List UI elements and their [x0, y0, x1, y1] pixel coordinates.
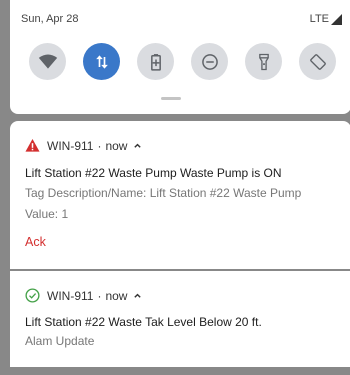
notification-header: WIN-911 · now	[25, 288, 142, 303]
mobile-data-tile[interactable]	[83, 43, 120, 80]
ack-button[interactable]: Ack	[25, 235, 46, 249]
flashlight-tile[interactable]	[245, 43, 282, 80]
notification-line: Alam Update	[25, 334, 95, 348]
quick-settings-panel: Sun, Apr 28 LTE	[10, 0, 350, 114]
notification-header: WIN-911 · now	[25, 138, 142, 153]
wifi-tile[interactable]	[29, 43, 66, 80]
chevron-up-icon[interactable]	[133, 291, 142, 300]
wifi-icon	[38, 54, 57, 69]
auto-rotate-tile[interactable]	[299, 43, 336, 80]
network-indicator: LTE	[310, 13, 342, 25]
drag-handle[interactable]	[161, 97, 181, 100]
check-circle-icon	[25, 288, 40, 303]
warning-icon	[25, 138, 40, 152]
network-type: LTE	[309, 13, 329, 25]
app-name: WIN-911	[47, 288, 94, 303]
flashlight-icon	[258, 53, 269, 70]
mobile-data-icon	[95, 54, 108, 69]
notification-time: now	[105, 288, 128, 303]
signal-strength-icon	[331, 13, 342, 25]
notification-title: Lift Station #22 Waste Pump Waste Pump i…	[25, 166, 282, 180]
notification-title: Lift Station #22 Waste Tak Level Below 2…	[25, 315, 262, 329]
chevron-up-icon[interactable]	[133, 141, 142, 150]
notification-line: Tag Description/Name: Lift Station #22 W…	[25, 186, 302, 200]
status-bar: Sun, Apr 28 LTE	[10, 0, 350, 36]
quick-settings-tiles	[29, 43, 336, 80]
auto-rotate-icon	[309, 53, 326, 70]
notification-pump-on[interactable]: WIN-911 · now Lift Station #22 Waste Pum…	[10, 121, 350, 269]
notification-line: Value: 1	[25, 207, 69, 221]
status-date: Sun, Apr 28	[21, 13, 79, 25]
notification-level-below[interactable]: WIN-911 · now Lift Station #22 Waste Tak…	[10, 271, 350, 367]
battery-saver-tile[interactable]	[137, 43, 174, 80]
do-not-disturb-tile[interactable]	[191, 43, 228, 80]
do-not-disturb-icon	[201, 53, 218, 70]
notification-time: now	[105, 138, 128, 153]
app-name: WIN-911	[47, 138, 94, 153]
battery-saver-icon	[150, 53, 161, 71]
